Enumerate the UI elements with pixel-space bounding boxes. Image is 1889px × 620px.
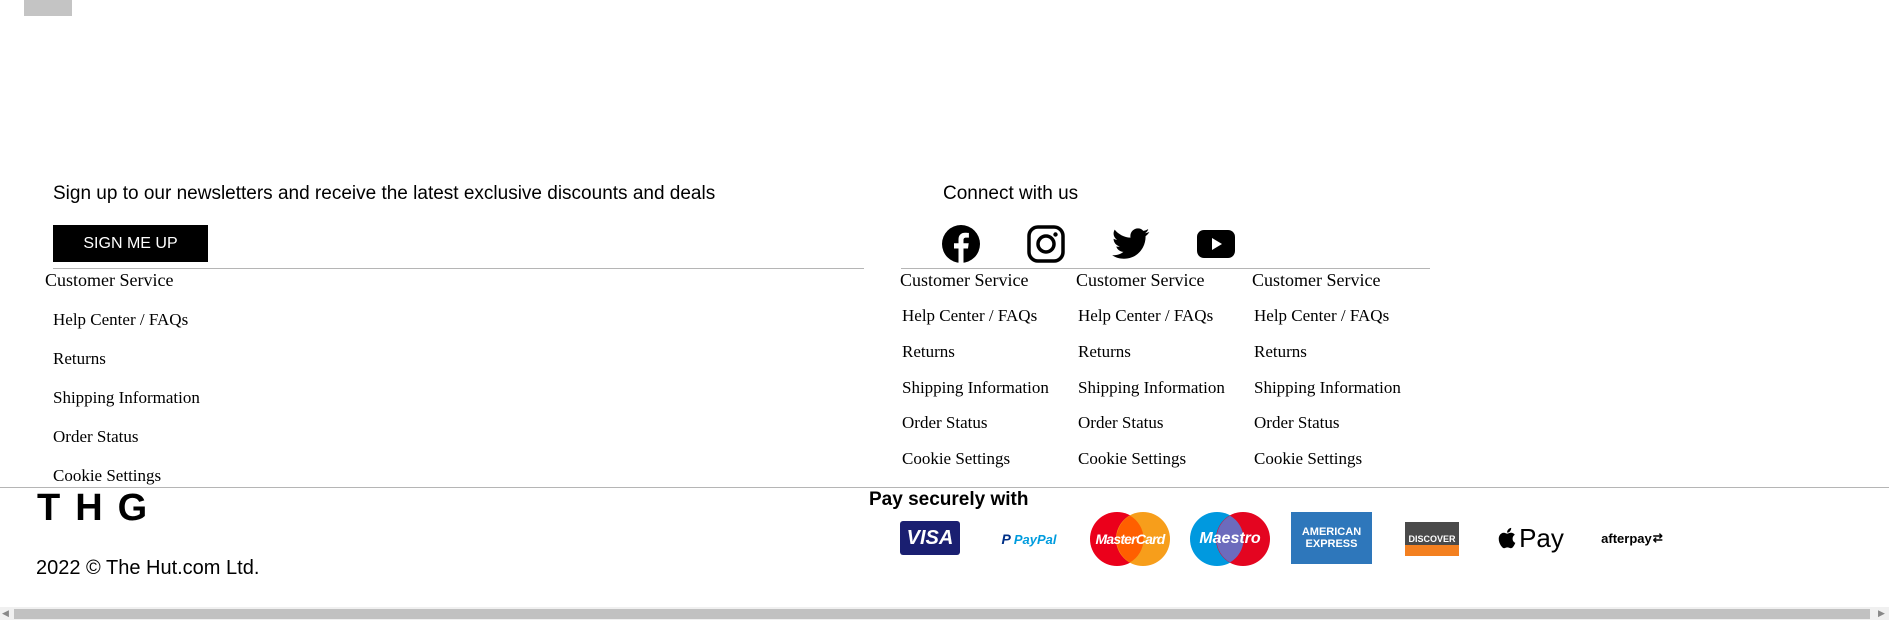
- col3-link-order-status[interactable]: Order Status: [1078, 413, 1163, 433]
- newsletter-text: Sign up to our newsletters and receive t…: [53, 183, 716, 204]
- copyright-text: 2022 © The Hut.com Ltd.: [36, 557, 260, 579]
- sign-me-up-button[interactable]: SIGN ME UP: [53, 225, 208, 262]
- applepay-label: Pay: [1519, 522, 1564, 553]
- col2-link-cookies[interactable]: Cookie Settings: [902, 449, 1010, 469]
- col1-link-cookies[interactable]: Cookie Settings: [53, 466, 161, 486]
- amex-logo: AMERICAN EXPRESS: [1291, 512, 1372, 564]
- col2-link-shipping[interactable]: Shipping Information: [902, 378, 1049, 398]
- col1-link-returns[interactable]: Returns: [53, 349, 106, 369]
- visa-label: VISA: [906, 526, 954, 549]
- maestro-logo: Maestro: [1190, 512, 1270, 566]
- col3-link-returns[interactable]: Returns: [1078, 342, 1131, 362]
- scroll-left-arrow-icon[interactable]: ◀: [2, 607, 9, 620]
- col2-link-help[interactable]: Help Center / FAQs: [902, 306, 1037, 326]
- col4-link-order-status[interactable]: Order Status: [1254, 413, 1339, 433]
- top-placeholder-block: [24, 0, 72, 16]
- col3-link-help[interactable]: Help Center / FAQs: [1078, 306, 1213, 326]
- twitter-icon: [1112, 228, 1150, 259]
- divider-right: [901, 268, 1430, 269]
- connect-title: Connect with us: [943, 183, 1079, 204]
- amex-label: AMERICAN EXPRESS: [1301, 526, 1362, 550]
- discover-stripe: [1405, 545, 1459, 556]
- col3-link-cookies[interactable]: Cookie Settings: [1078, 449, 1186, 469]
- thg-logo: THG: [37, 487, 163, 529]
- instagram-link[interactable]: [1026, 224, 1066, 264]
- visa-logo: VISA: [900, 521, 960, 555]
- applepay-logo: Pay: [1498, 523, 1564, 553]
- horizontal-scrollbar-thumb[interactable]: [14, 609, 1870, 619]
- scroll-right-arrow-icon[interactable]: ▶: [1878, 607, 1885, 620]
- col4-link-shipping[interactable]: Shipping Information: [1254, 378, 1401, 398]
- col2-title: Customer Service: [900, 270, 1029, 290]
- facebook-link[interactable]: [941, 224, 981, 264]
- discover-label: DISCOVER: [1408, 534, 1456, 544]
- divider-bottom: [0, 487, 1889, 488]
- afterpay-logo: afterpay ⇄: [1594, 528, 1670, 548]
- col4-link-cookies[interactable]: Cookie Settings: [1254, 449, 1362, 469]
- col1-link-help[interactable]: Help Center / FAQs: [53, 310, 188, 330]
- col2-link-order-status[interactable]: Order Status: [902, 413, 987, 433]
- youtube-link[interactable]: [1196, 224, 1236, 264]
- divider-left: [53, 268, 864, 269]
- mastercard-logo: MasterCard: [1090, 512, 1170, 566]
- paypal-logo: P PayPal: [994, 526, 1064, 552]
- maestro-label: Maestro: [1199, 530, 1261, 547]
- apple-icon: [1498, 527, 1516, 549]
- col1-link-shipping[interactable]: Shipping Information: [53, 388, 200, 408]
- pay-securely-title: Pay securely with: [869, 489, 1029, 510]
- twitter-link[interactable]: [1111, 224, 1151, 264]
- facebook-icon: [942, 225, 980, 263]
- col2-link-returns[interactable]: Returns: [902, 342, 955, 362]
- afterpay-label: afterpay: [1601, 530, 1652, 546]
- discover-logo: DISCOVER: [1405, 522, 1459, 556]
- instagram-icon: [1027, 225, 1065, 263]
- paypal-icon: P: [1001, 531, 1011, 547]
- col4-link-returns[interactable]: Returns: [1254, 342, 1307, 362]
- paypal-label: PayPal: [1013, 531, 1057, 547]
- col4-title: Customer Service: [1252, 270, 1381, 290]
- youtube-icon: [1197, 230, 1235, 258]
- afterpay-arrows-icon: ⇄: [1652, 531, 1663, 545]
- mastercard-label: MasterCard: [1095, 531, 1165, 547]
- col1-title: Customer Service: [45, 270, 174, 290]
- col1-link-order-status[interactable]: Order Status: [53, 427, 138, 447]
- col3-link-shipping[interactable]: Shipping Information: [1078, 378, 1225, 398]
- col3-title: Customer Service: [1076, 270, 1205, 290]
- col4-link-help[interactable]: Help Center / FAQs: [1254, 306, 1389, 326]
